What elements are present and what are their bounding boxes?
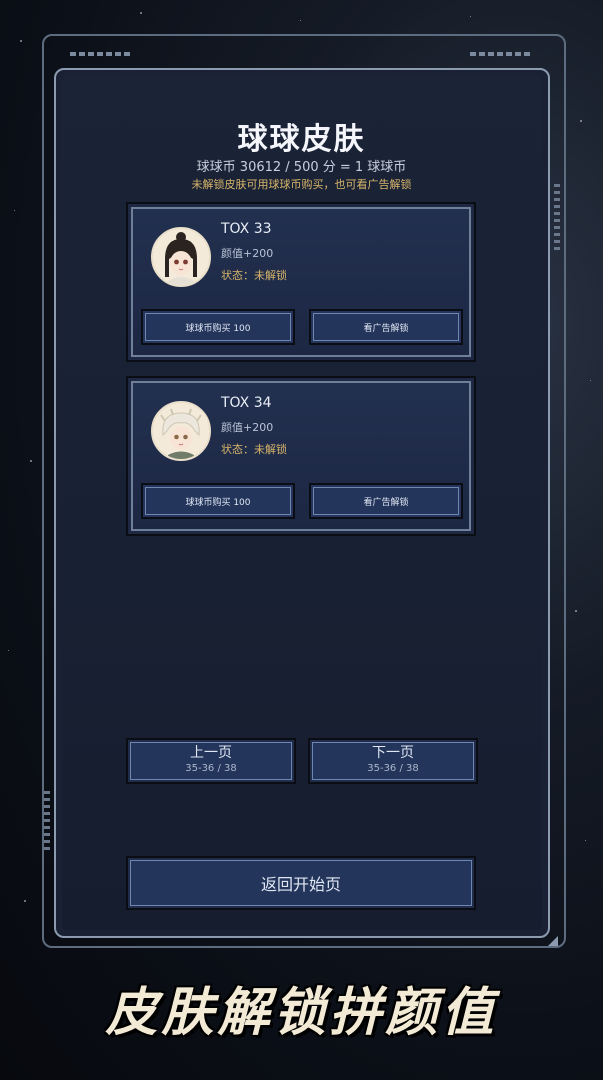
frame-deco-bar	[470, 52, 530, 56]
back-to-start-button[interactable]: 返回开始页	[126, 856, 476, 910]
promo-slogan: 皮肤解锁拼颜值	[105, 983, 498, 1043]
skin-name: TOX 33	[221, 221, 272, 237]
skin-status: 状态：未解锁	[221, 443, 287, 456]
skin-name: TOX 34	[221, 395, 272, 411]
frame-side-ticks	[44, 790, 50, 850]
frame-deco-bar	[70, 52, 130, 56]
page-title: 球球皮肤	[237, 122, 366, 157]
watch-ad-unlock-button[interactable]: 看广告解锁	[309, 483, 463, 519]
skin-avatar-image	[151, 401, 211, 461]
buy-with-coins-button[interactable]: 球球币购买 100	[141, 309, 295, 345]
page-range: 35-36 / 38	[185, 763, 237, 774]
coin-balance: 球球币 30612 / 500 分 = 1 球球币	[196, 160, 407, 175]
skin-status: 状态：未解锁	[221, 269, 287, 282]
next-page-button[interactable]: 下一页 35-36 / 38	[308, 738, 478, 784]
skin-card: TOX 33 颜值+200 状态：未解锁 球球币购买 100 看广告解锁	[126, 202, 476, 362]
skin-attribute: 颜值+200	[221, 421, 274, 434]
skin-attribute: 颜值+200	[221, 247, 274, 260]
prev-page-label: 上一页	[190, 745, 232, 761]
next-page-label: 下一页	[372, 745, 414, 761]
frame-corner-mark	[548, 936, 558, 946]
page-range: 35-36 / 38	[367, 763, 419, 774]
skin-avatar-image	[151, 227, 211, 287]
unlock-hint: 未解锁皮肤可用球球币购买，也可看广告解锁	[191, 178, 412, 191]
prev-page-button[interactable]: 上一页 35-36 / 38	[126, 738, 296, 784]
skin-card: TOX 34 颜值+200 状态：未解锁 球球币购买 100 看广告解锁	[126, 376, 476, 536]
watch-ad-unlock-button[interactable]: 看广告解锁	[309, 309, 463, 345]
buy-with-coins-button[interactable]: 球球币购买 100	[141, 483, 295, 519]
